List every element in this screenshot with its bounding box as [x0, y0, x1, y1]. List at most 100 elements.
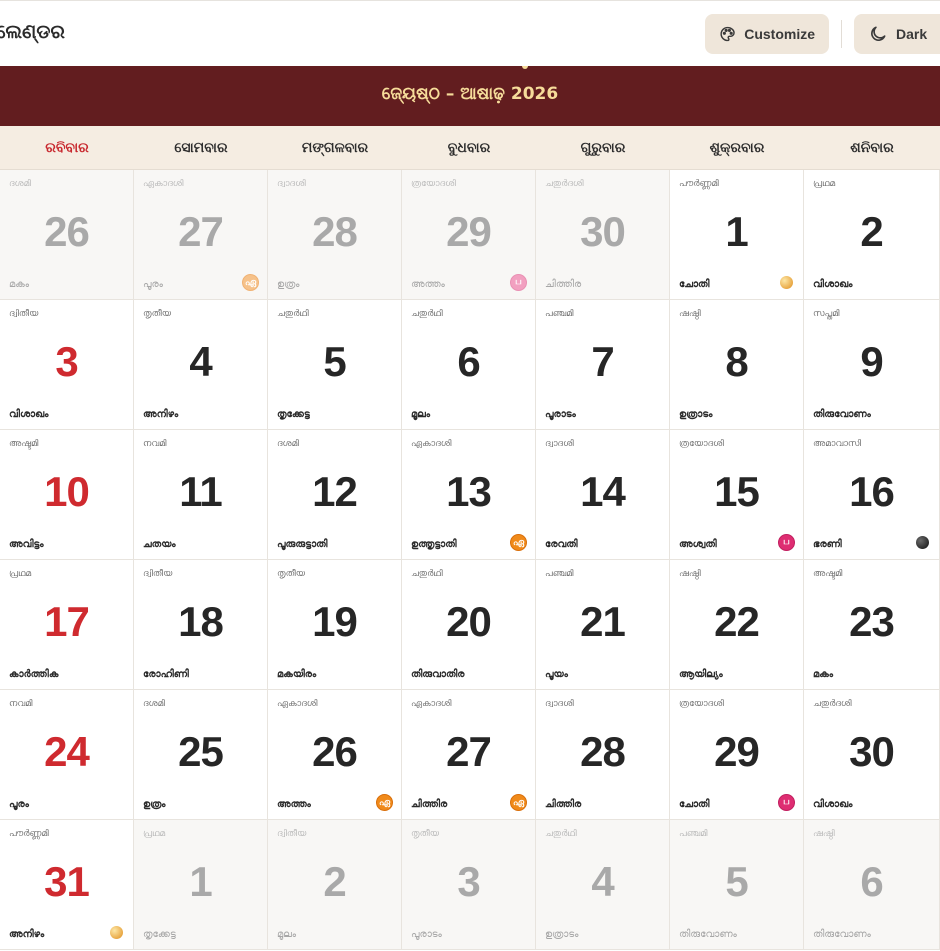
nakshatra-label: തൃക്കേട്ട: [277, 409, 310, 420]
nakshatra-label: അത്തം: [277, 799, 311, 810]
nakshatra-label: വിശാഖം: [813, 799, 853, 810]
day-number: 2: [323, 858, 346, 905]
day-number: 9: [860, 338, 883, 385]
day-cell[interactable]: ചതുർഥി 20 തിരുവാതിര: [402, 560, 536, 690]
tithi-label: പഞ്ചമി: [679, 829, 708, 839]
customize-button[interactable]: Customize: [705, 14, 829, 54]
day-cell[interactable]: ദശമി 25 ഉത്രം: [134, 690, 268, 820]
day-cell[interactable]: തൃതീയ 19 മകയിരം: [268, 560, 402, 690]
nakshatra-label: ഉത്രം: [143, 799, 166, 810]
day-cell[interactable]: ചതുർഥി 4 ഉത്രാടം: [536, 820, 670, 950]
day-cell[interactable]: ദ്വാദശി 28 ഉത്രം: [268, 170, 402, 300]
day-number: 24: [44, 728, 90, 775]
tithi-label: അഷ്ടമി: [813, 569, 843, 579]
day-cell[interactable]: ചതുർഥി 6 മൂലം: [402, 300, 536, 430]
day-cell[interactable]: ദ്വിതീയ 3 വിശാഖം: [0, 300, 134, 430]
month-title: ଜ୍ୟେଷ୍ଠ – ଆଷାଢ଼ 2026: [381, 84, 559, 104]
tithi-label: ഏകാദശി: [411, 439, 452, 449]
day-cell[interactable]: നവമി 24 പൂരം: [0, 690, 134, 820]
tithi-label: തൃതീയ: [143, 309, 171, 319]
day-cell[interactable]: തൃതീയ 4 അനിഴം: [134, 300, 268, 430]
day-number: 6: [860, 858, 883, 905]
day-cell[interactable]: പഞ്ചമി 21 പൂയം: [536, 560, 670, 690]
day-cell[interactable]: ദ്വാദശി 28 ചിത്തിര: [536, 690, 670, 820]
nakshatra-label: ഉത്രാടം: [545, 929, 579, 940]
day-number: 25: [178, 728, 224, 775]
tithi-label: ചതുർഥി: [411, 569, 443, 579]
day-number: 5: [323, 338, 346, 385]
day-cell[interactable]: പൗർണ്ണമി 31 അനിഴം: [0, 820, 134, 950]
day-number: 1: [725, 208, 748, 255]
day-number: 17: [44, 598, 90, 645]
tithi-label: ദശമി: [143, 699, 165, 709]
tithi-label: പൗർണ്ണമി: [679, 179, 719, 189]
day-cell[interactable]: പഞ്ചമി 5 തിരുവോണം: [670, 820, 804, 950]
day-number: 22: [714, 598, 760, 645]
nakshatra-label: ചോതി: [679, 279, 710, 290]
day-cell[interactable]: ദ്വാദശി 14 രേവതി: [536, 430, 670, 560]
day-cell[interactable]: ഷഷ്ഠി 6 തിരുവോണം: [804, 820, 940, 950]
day-cell[interactable]: ഷഷ്ഠി 22 ആയില്യം: [670, 560, 804, 690]
tithi-label: സപ്തമി: [813, 309, 840, 319]
tithi-label: പഞ്ചമി: [545, 309, 574, 319]
weekday-label: ସୋମବାର: [174, 140, 228, 156]
day-cell[interactable]: ചതുർഥി 5 തൃക്കേട്ട: [268, 300, 402, 430]
day-cell[interactable]: ദശമി 26 മകം: [0, 170, 134, 300]
nakshatra-label: ചിത്തിര: [545, 799, 582, 810]
day-cell[interactable]: ചതുർദശി 30 ചിത്തിര: [536, 170, 670, 300]
tithi-label: ഷഷ്ഠി: [813, 829, 835, 839]
day-cell[interactable]: നവമി 11 ചതയം: [134, 430, 268, 560]
day-cell[interactable]: ത്രയോദശി 15 അശ്വതി ப: [670, 430, 804, 560]
day-number: 27: [446, 728, 492, 775]
day-cell[interactable]: പഞ്ചമി 7 പൂരാടം: [536, 300, 670, 430]
weekday-label: ଶନିବାର: [850, 140, 894, 156]
tithi-label: ഷഷ്ഠി: [679, 569, 701, 579]
tithi-label: പ്രഥമ: [813, 179, 836, 189]
tithi-label: ഏകാദശി: [411, 699, 452, 709]
nakshatra-label: മൂലം: [411, 409, 431, 420]
day-cell[interactable]: പ്രഥമ 1 തൃക്കേട്ട: [134, 820, 268, 950]
day-cell[interactable]: ത്രയോദശി 29 അത്തം ப: [402, 170, 536, 300]
dark-mode-button[interactable]: Dark: [854, 14, 940, 54]
day-cell[interactable]: അഷ്ടമി 23 മകം: [804, 560, 940, 690]
nakshatra-label: ഉത്തൃട്ടാതി: [411, 539, 457, 550]
day-cell[interactable]: പൗർണ്ണമി 1 ചോതി: [670, 170, 804, 300]
tithi-label: ദ്വിതീയ: [143, 569, 173, 579]
day-cell[interactable]: ഏകാദശി 13 ഉത്തൃട്ടാതി ഏ: [402, 430, 536, 560]
pradosham-badge: ப: [778, 534, 795, 551]
weekday-label: ବୁଧବାର: [447, 140, 491, 156]
day-cell[interactable]: ദ്വിതീയ 18 രോഹിണി: [134, 560, 268, 690]
weekday-header-row: ରବିବାର ସୋମବାର ମଙ୍ଗଳବାର ବୁଧବାର ଗୁରୁବାର ଶୁକ୍ରବା…: [0, 126, 940, 170]
nakshatra-label: തിരുവോണം: [813, 409, 871, 420]
day-number: 13: [446, 468, 492, 515]
full-moon-icon: [110, 926, 123, 939]
day-cell[interactable]: ദശമി 12 പൂരുരുട്ടാതി: [268, 430, 402, 560]
day-cell[interactable]: ചതുർദശി 30 വിശാഖം: [804, 690, 940, 820]
nakshatra-label: ചതയം: [143, 539, 176, 550]
tithi-label: ചതുർദശി: [545, 179, 584, 189]
tithi-label: ചതുർഥി: [277, 309, 309, 319]
day-cell[interactable]: അഷ്ടമി 10 അവിട്ടം: [0, 430, 134, 560]
day-cell[interactable]: ഏകാദശി 27 ചിത്തിര ഏ: [402, 690, 536, 820]
day-cell[interactable]: ഏകാദശി 26 അത്തം ഏ: [268, 690, 402, 820]
day-cell[interactable]: അമാവാസി 16 ഭരണി: [804, 430, 940, 560]
day-cell[interactable]: തൃതീയ 3 പൂരാടം: [402, 820, 536, 950]
nakshatra-label: ചിത്തിര: [545, 279, 582, 290]
day-cell[interactable]: ത്രയോദശി 29 ചോതി ப: [670, 690, 804, 820]
day-cell[interactable]: ഏകാദശി 27 പൂരം ഏ: [134, 170, 268, 300]
day-number: 3: [457, 858, 480, 905]
tithi-label: പ്രഥമ: [9, 569, 32, 579]
tithi-label: ദശമി: [9, 179, 31, 189]
day-cell[interactable]: പ്രഥമ 2 വിശാഖം: [804, 170, 940, 300]
day-cell[interactable]: സപ്തമി 9 തിരുവോണം: [804, 300, 940, 430]
nakshatra-label: പൂയം: [545, 669, 568, 680]
nakshatra-label: ഉത്രം: [277, 279, 300, 290]
day-cell[interactable]: ഷഷ്ഠി 8 ഉത്രാടം: [670, 300, 804, 430]
day-cell[interactable]: ദ്വിതീയ 2 മൂലം: [268, 820, 402, 950]
new-moon-icon: [916, 536, 929, 549]
day-cell[interactable]: പ്രഥമ 17 കാർത്തിക: [0, 560, 134, 690]
nakshatra-label: അശ്വതി: [679, 539, 717, 550]
tithi-label: ഏകാദശി: [143, 179, 184, 189]
tithi-label: ചതുർഥി: [411, 309, 443, 319]
ekadashi-badge: ഏ: [376, 794, 393, 811]
